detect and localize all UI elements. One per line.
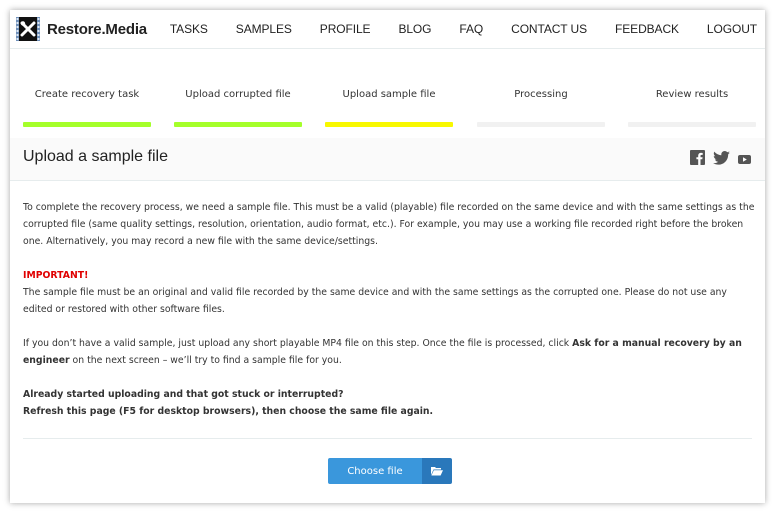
step-progress-bar (628, 122, 756, 127)
folder-open-icon[interactable] (422, 458, 452, 484)
no-sample-paragraph: If you don’t have a valid sample, just u… (23, 335, 758, 369)
nav-profile[interactable]: PROFILE (320, 22, 371, 36)
facebook-icon[interactable] (690, 150, 705, 169)
nav-samples[interactable]: SAMPLES (236, 22, 292, 36)
step-progress-bar (477, 122, 605, 127)
step-label: Create recovery task (34, 89, 140, 100)
nav-feedback[interactable]: FEEDBACK (615, 22, 679, 36)
main-nav: TASKS SAMPLES PROFILE BLOG FAQ CONTACT U… (170, 10, 757, 48)
step-progress-bar (325, 122, 453, 127)
browser-page: Restore.Media TASKS SAMPLES PROFILE BLOG… (10, 10, 765, 503)
step-progress-bar (174, 122, 302, 127)
no-sample-text-end: on the next screen – we’ll try to find a… (69, 355, 342, 366)
instructions: To complete the recovery process, we nee… (23, 199, 758, 437)
intro-paragraph: To complete the recovery process, we nee… (23, 202, 755, 247)
choose-file-button[interactable]: Choose file (328, 458, 452, 484)
nav-faq[interactable]: FAQ (459, 22, 483, 36)
film-tools-icon (16, 17, 40, 41)
nav-blog[interactable]: BLOG (398, 22, 431, 36)
step-label: Review results (655, 89, 729, 100)
step-processing: Processing (477, 49, 605, 149)
important-notice: IMPORTANT! The sample file must be an or… (23, 267, 758, 318)
nav-tasks[interactable]: TASKS (170, 22, 208, 36)
stuck-question: Already started uploading and that got s… (23, 389, 344, 400)
important-text: The sample file must be an original and … (23, 287, 727, 315)
step-label: Upload sample file (342, 89, 436, 100)
youtube-icon[interactable] (738, 150, 751, 169)
important-label: IMPORTANT! (23, 270, 89, 281)
step-label: Processing (514, 89, 568, 100)
nav-contact-us[interactable]: CONTACT US (511, 22, 587, 36)
step-review-results: Review results (628, 49, 756, 149)
panel-header: Upload a sample file (10, 138, 765, 181)
nav-logout[interactable]: LOGOUT (707, 22, 757, 36)
stuck-instruction: Refresh this page (F5 for desktop browse… (23, 406, 434, 417)
page-title: Upload a sample file (23, 148, 168, 165)
divider (23, 438, 752, 439)
step-progress-bar (23, 122, 151, 127)
brand-logo[interactable]: Restore.Media (16, 17, 147, 41)
stuck-upload-note: Already started uploading and that got s… (23, 386, 758, 420)
progress-steps: Create recovery task Upload corrupted fi… (10, 49, 765, 149)
top-navigation-bar: Restore.Media TASKS SAMPLES PROFILE BLOG… (10, 10, 765, 49)
step-upload-sample-file: Upload sample file (325, 49, 453, 149)
social-links (682, 150, 751, 169)
choose-file-label[interactable]: Choose file (328, 458, 422, 484)
step-upload-corrupted-file: Upload corrupted file (174, 49, 302, 149)
step-label: Upload corrupted file (185, 89, 291, 100)
no-sample-text: If you don’t have a valid sample, just u… (23, 338, 573, 349)
step-create-recovery-task: Create recovery task (23, 49, 151, 149)
twitter-icon[interactable] (713, 150, 730, 169)
brand-name: Restore.Media (47, 20, 147, 38)
